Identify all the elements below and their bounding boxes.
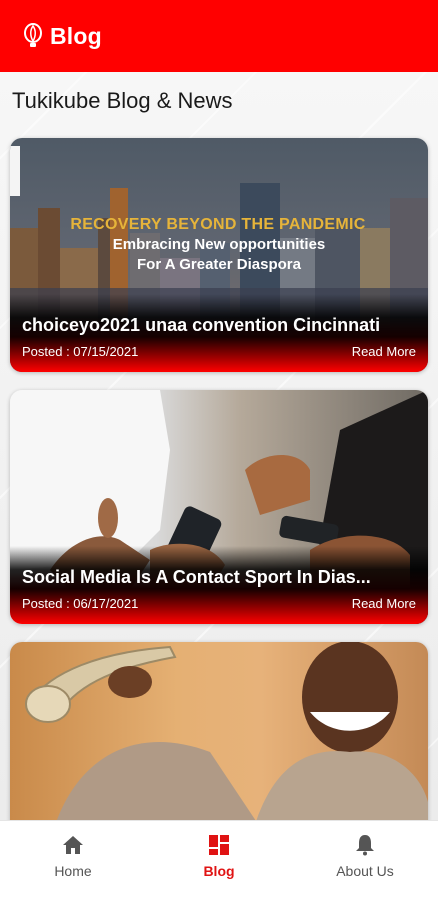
page-title: Tukikube Blog & News <box>12 88 233 113</box>
app-bar: Blog <box>0 0 438 72</box>
banner-headline: RECOVERY BEYOND THE PANDEMIC <box>70 216 366 233</box>
post-thumbnail <box>10 642 428 820</box>
nav-label: About Us <box>336 863 394 879</box>
banner-subline: For A Greater Diaspora <box>137 256 301 273</box>
app-title: Blog <box>50 22 102 49</box>
post-date: Posted : 06/17/2021 <box>22 596 139 611</box>
balloon-logo-icon <box>22 23 44 49</box>
nav-item-home[interactable]: Home <box>0 821 146 900</box>
banner-subline: Embracing New opportunities <box>112 236 326 253</box>
bell-icon <box>353 833 377 857</box>
grid-icon <box>207 833 231 857</box>
read-more-link[interactable]: Read More <box>352 344 416 359</box>
blog-post-card[interactable]: Social Media Is A Contact Sport In Dias.… <box>10 390 428 624</box>
post-date: Posted : 07/15/2021 <box>22 344 139 359</box>
post-title[interactable]: choiceyo2021 unaa convention Cincinnati <box>22 315 416 336</box>
nav-label: Blog <box>203 863 235 879</box>
bottom-navigation: Home Blog About Us <box>0 820 438 900</box>
nav-label: Home <box>54 863 92 879</box>
blog-list[interactable]: Tukikube Blog & News RECOVERY BEYOND THE… <box>0 72 438 820</box>
home-icon <box>61 833 85 857</box>
nav-item-blog[interactable]: Blog <box>146 821 292 900</box>
nav-item-about-us[interactable]: About Us <box>292 821 438 900</box>
blog-post-card[interactable]: RECOVERY BEYOND THE PANDEMIC Embracing N… <box>10 138 428 372</box>
post-title[interactable]: Social Media Is A Contact Sport In Dias.… <box>22 567 416 588</box>
blog-post-card[interactable] <box>10 642 428 820</box>
read-more-link[interactable]: Read More <box>352 596 416 611</box>
